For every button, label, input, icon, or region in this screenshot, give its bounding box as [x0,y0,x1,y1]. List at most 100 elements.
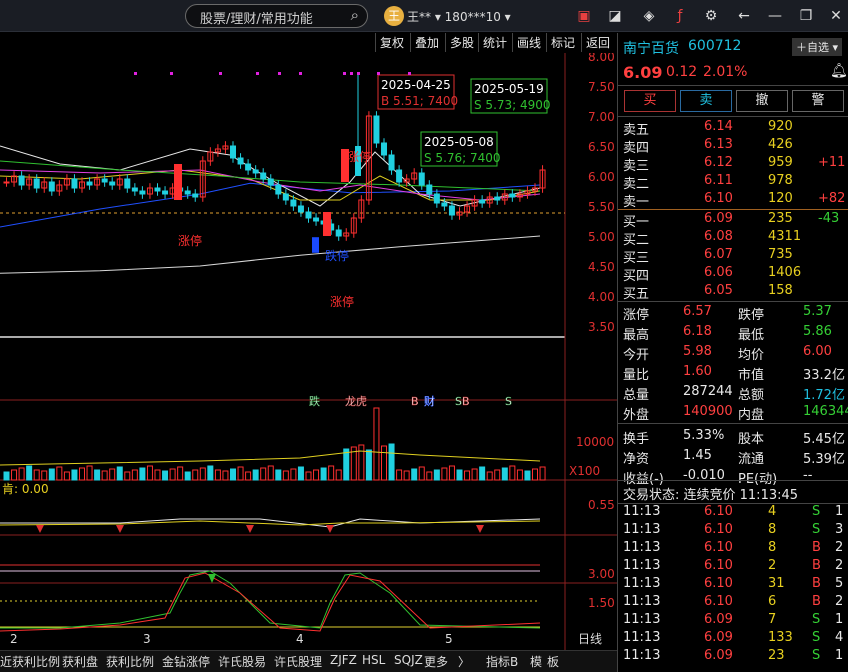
user-name[interactable]: 王** ▾ 180***10 ▾ [407,8,511,25]
volume-bar [297,466,304,481]
annotation-text: S 5.76; 7400 [424,151,501,165]
volume-bar [396,469,403,481]
tick-t: 11:13 [623,630,661,645]
kline-chart[interactable]: 肯: 0.00 8.00 7.50 7.00 6.50 6.00 5.50 5.00 4.50… [0,53,617,650]
volume-bar [131,469,138,481]
toolbar-button-overlay[interactable]: 叠加 [410,33,444,52]
indicator-tab[interactable]: 获利盘 [62,653,98,670]
indicator-tab-bar: 近获利比例 获利盘 获利比例 金钻涨停 许氏股易 许氏股理 ZJFZ HSL SQJZ 更多〉指标… [0,650,617,672]
cube-icon[interactable]: ◈ [639,6,659,26]
stat-v1: 1.60 [683,364,712,379]
tick-n: 1 [835,504,844,519]
back-arrow-icon[interactable]: ← [734,6,754,26]
limit-up-candle [174,164,182,200]
minimize-icon[interactable]: — [765,6,785,26]
volume-bars [0,407,546,481]
close-icon[interactable]: ✕ [826,6,846,26]
indicator-tab[interactable]: 金钻涨停 [162,653,210,670]
tick-p: 6.10 [704,504,733,519]
volume-bar [162,470,169,481]
indicator-tab[interactable]: SQJZ [394,653,423,667]
message-icon[interactable]: ▣ [574,6,594,26]
tick-p: 6.10 [704,576,733,591]
add-watchlist-button[interactable]: ＋自选 ▾ [792,38,843,56]
function-icon[interactable]: ƒ [670,6,690,26]
volume-bar [365,449,372,481]
skin-icon[interactable]: ◪ [605,6,625,26]
candle-body [305,211,312,219]
candle-body [33,178,40,189]
annotation-text: B 5.51; 7400 [381,94,458,108]
tick-v: 7 [768,612,777,627]
indicator-tab[interactable]: 近获利比例 [0,653,60,670]
tick-n: 2 [835,540,844,555]
tick-d: S [812,504,821,519]
indicator-tab[interactable]: 模 [530,653,542,670]
candle-body [267,178,274,186]
avatar[interactable]: 王 [384,6,404,26]
stat-k1: 最高 [623,328,650,343]
volume-bar [252,469,259,481]
indicator-tab[interactable]: 〉 [458,653,470,670]
indicator-tab[interactable]: 许氏股易 [218,653,266,670]
stat-k1: 涨停 [623,308,650,323]
search-icon[interactable]: ⌕ [351,6,359,24]
toolbar-button-fuquan[interactable]: 复权 [375,33,409,52]
tick-t: 11:13 [623,648,661,663]
candle-body [252,169,259,174]
candle-body [162,190,169,195]
volume-bar [260,467,267,481]
event-mark: 财 [424,394,435,408]
stat-v2: 6.00 [803,344,832,359]
candle-body [48,181,55,192]
candle-body [154,187,161,192]
volume-bar [335,469,342,481]
volume-bar [494,469,501,481]
indicator-tab[interactable]: 获利比例 [106,653,154,670]
indicator-tab[interactable]: 指标B [486,653,518,670]
tick-d: S [812,630,821,645]
buy-button[interactable]: 买 [624,90,676,112]
toolbar-button-stats[interactable]: 统计 [478,33,512,52]
volume-bar [18,467,25,481]
sell-button[interactable]: 卖 [680,90,732,112]
indicator-tab[interactable]: HSL [362,653,385,667]
alert-button[interactable]: 警 [792,90,844,112]
candle-body [388,154,395,171]
candle-body [245,163,252,171]
stat-k2: 总额 [738,388,765,403]
tick-d: S [812,612,821,627]
indicator-tab[interactable]: ZJFZ [330,653,357,667]
toolbar-button-draw[interactable]: 画线 [512,33,546,52]
tick-n: 2 [835,594,844,609]
ind1-arrow [326,525,334,533]
candle-body [237,157,244,165]
cancel-order-button[interactable]: 撤 [736,90,788,112]
volume-bar [418,466,425,481]
candle-body [124,178,131,189]
indicator-tab[interactable]: 许氏股理 [274,653,322,670]
toolbar-button-multi[interactable]: 多股 [445,33,479,52]
tick-t: 11:13 [623,594,661,609]
toolbar-button-mark[interactable]: 标记 [546,33,580,52]
indicator-tab[interactable]: 更多 [424,653,448,670]
gear-icon[interactable]: ⚙ [701,6,721,26]
marker-dot [350,72,353,75]
orderbook-vol: 120 [768,191,793,206]
toolbar-button-return[interactable]: 返回 [581,33,615,52]
stat-v1: 1.45 [683,448,712,463]
bell-icon[interactable]: 🔔︎ [830,63,848,79]
period-label: 日线 [578,632,602,646]
indicator-tab[interactable]: 板 [547,653,559,670]
stat-k1: 量比 [623,368,650,383]
price-tick-label: 3.50 [588,320,615,334]
stat-k1: 外盘 [623,408,650,423]
stat-v2: 5.45亿 [803,432,845,447]
candle-body [230,145,236,159]
search-input[interactable]: 股票/理财/常用功能 ⌕ [185,4,368,28]
restore-icon[interactable]: ❐ [796,6,816,26]
limit-down-candle [312,237,319,253]
marker-dot [219,72,222,75]
volume-bar [343,448,350,481]
candle-body [297,205,304,213]
